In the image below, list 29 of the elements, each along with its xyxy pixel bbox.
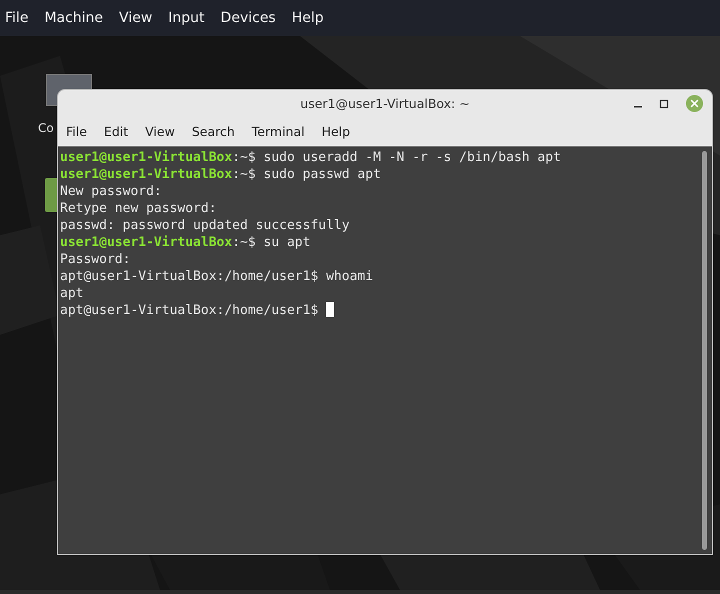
menu-item[interactable]: Terminal: [252, 124, 305, 139]
maximize-icon[interactable]: [659, 98, 669, 108]
output-text: apt@user1-VirtualBox:/home/user1$: [60, 303, 320, 318]
prompt-user-host: user1@user1-VirtualBox: [60, 235, 232, 250]
menu-item[interactable]: Input: [167, 10, 212, 26]
menu-item[interactable]: View: [145, 124, 175, 139]
command-text: :~$ su apt: [232, 235, 310, 250]
menu-item[interactable]: Help: [290, 10, 331, 26]
scrollbar-thumb[interactable]: [702, 151, 707, 550]
desktop-icon-label[interactable]: Co: [38, 121, 54, 135]
command-text: :~$ sudo useradd -M -N -r -s /bin/bash apt: [232, 150, 561, 165]
output-text: apt@user1-VirtualBox:/home/user1$ whoami: [60, 269, 374, 284]
command-text: :~$ sudo passwd apt: [232, 167, 381, 182]
output-text: apt: [60, 286, 84, 301]
window-title: user1@user1-VirtualBox: ~: [300, 96, 470, 111]
menu-item[interactable]: Search: [192, 124, 235, 139]
menu-item[interactable]: File: [4, 10, 36, 26]
output-text: New password:: [60, 184, 162, 199]
menu-item[interactable]: View: [118, 10, 160, 26]
prompt-user-host: user1@user1-VirtualBox: [60, 150, 232, 165]
menu-item[interactable]: Edit: [104, 124, 128, 139]
prompt-user-host: user1@user1-VirtualBox: [60, 167, 232, 182]
menu-item[interactable]: File: [66, 124, 87, 139]
menu-item[interactable]: Machine: [43, 10, 110, 26]
output-text: passwd: password updated successfully: [60, 218, 350, 233]
menu-item[interactable]: Help: [322, 124, 350, 139]
output-text: Retype new password:: [60, 201, 217, 216]
output-text: Password:: [60, 252, 130, 267]
menu-item[interactable]: Devices: [220, 10, 283, 26]
